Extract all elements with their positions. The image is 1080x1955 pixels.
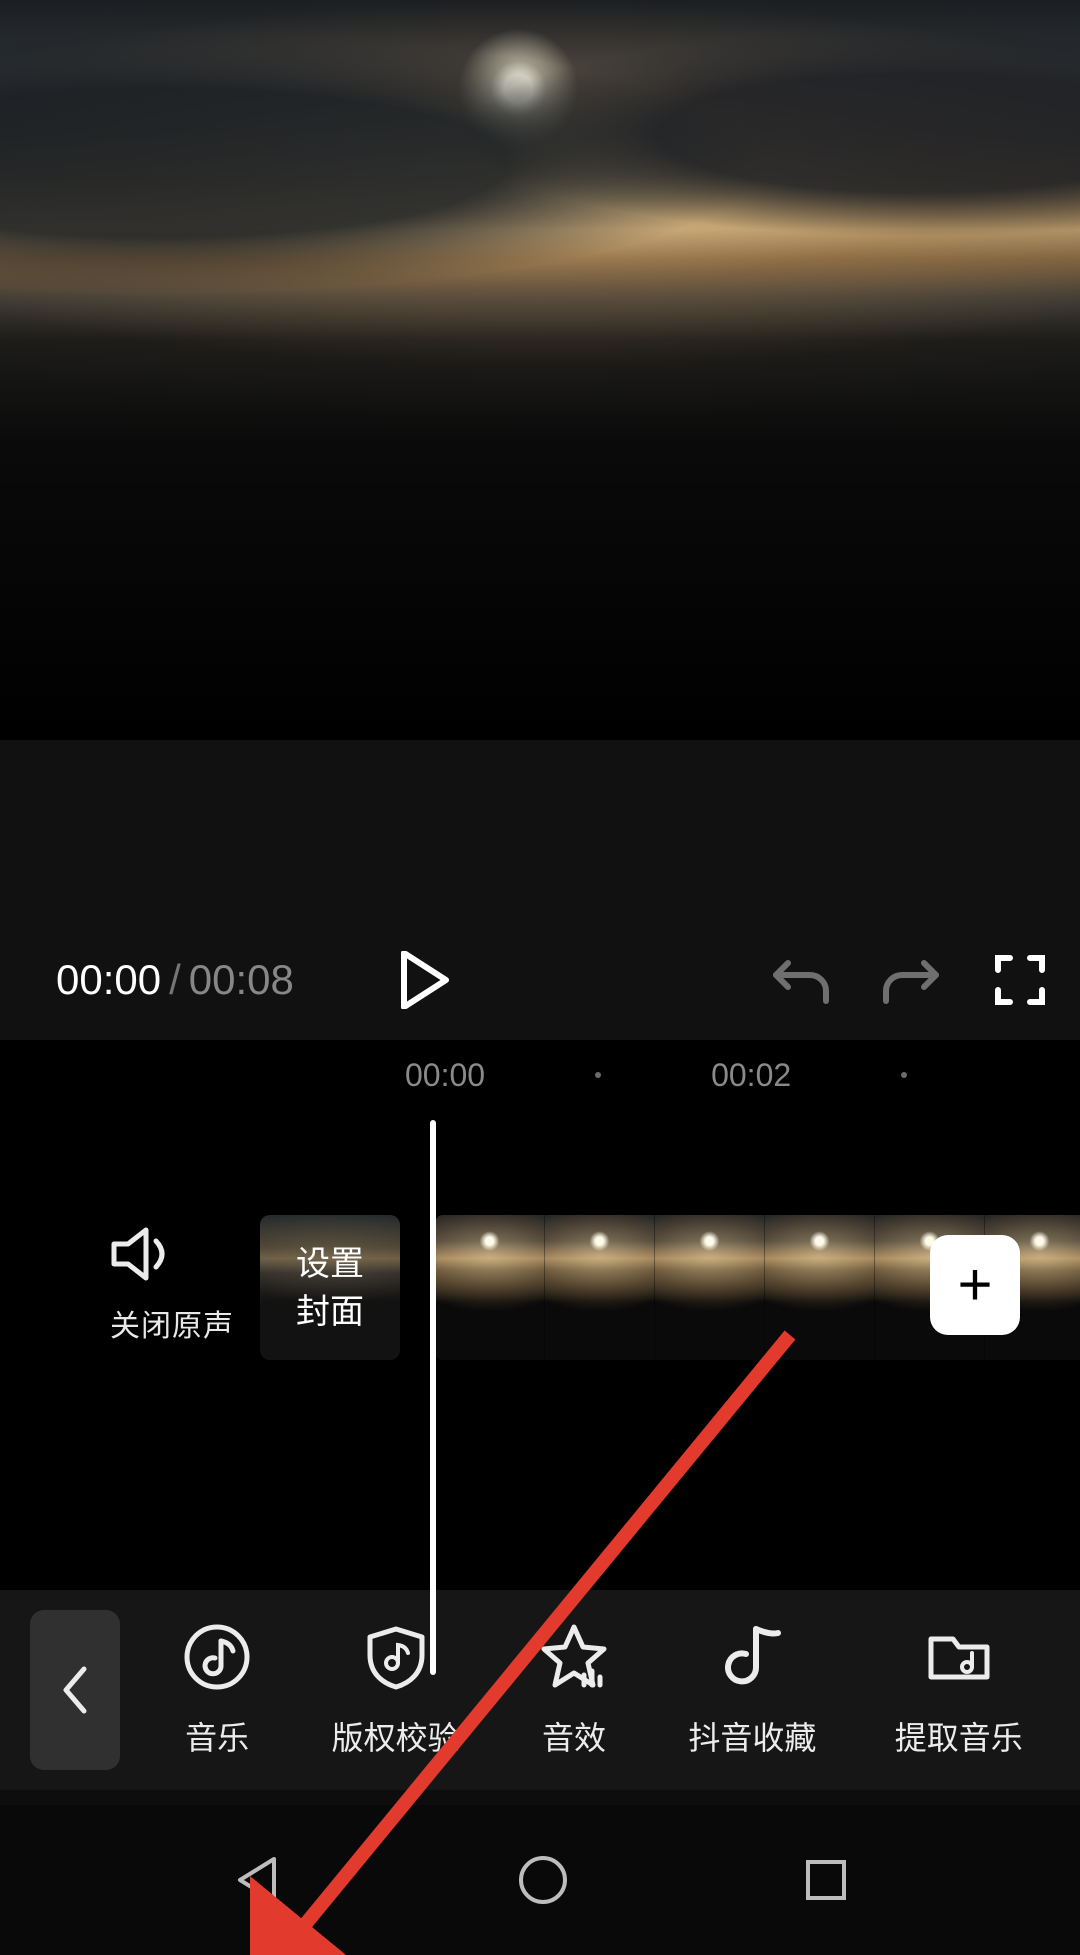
tool-douyin-favorites[interactable]: 抖音收藏 [688,1621,816,1759]
tool-label: 提取音乐 [895,1713,1023,1759]
tool-sfx[interactable]: 音效 [538,1621,610,1759]
tool-label: 版权校验 [332,1713,460,1759]
track-block: 关闭原声 设置 封面 + [0,1200,1080,1400]
ruler-mark: 00:02 [711,1057,791,1094]
tool-music[interactable]: 音乐 [181,1621,253,1759]
music-icon [181,1621,253,1693]
video-preview[interactable] [0,0,1080,740]
plus-icon: + [957,1255,992,1315]
timeline-ruler: 00:00 00:02 [0,1040,1080,1110]
system-back-button[interactable] [228,1851,286,1909]
system-nav-bar [0,1805,1080,1955]
tool-extract-music[interactable]: 提取音乐 [895,1621,1023,1759]
tool-label: 音效 [542,1713,606,1759]
system-recent-button[interactable] [800,1854,852,1906]
douyin-note-icon [716,1621,788,1693]
bottom-toolbar: 音乐 版权校验 音效 抖音收藏 [0,1590,1080,1790]
time-current: 00:00 [56,956,161,1004]
play-button[interactable] [390,945,460,1015]
star-eq-icon [538,1621,610,1693]
fullscreen-button[interactable] [994,954,1046,1006]
mute-audio-button[interactable]: 关闭原声 [110,1225,234,1345]
add-clip-button[interactable]: + [930,1235,1020,1335]
shield-music-icon [360,1621,432,1693]
ruler-dot [901,1072,907,1078]
tool-copyright[interactable]: 版权校验 [332,1621,460,1759]
set-cover-button[interactable]: 设置 封面 [260,1215,400,1360]
set-cover-label: 设置 封面 [296,1240,364,1336]
system-home-button[interactable] [514,1851,572,1909]
redo-button[interactable] [882,953,942,1007]
back-button[interactable] [30,1610,120,1770]
folder-music-icon [923,1621,995,1693]
time-separator: / [169,956,181,1004]
tool-label: 抖音收藏 [688,1713,816,1759]
playback-bar: 00:00 / 00:08 [0,740,1080,1040]
playhead[interactable] [430,1120,436,1675]
mute-audio-label: 关闭原声 [110,1301,234,1345]
time-total: 00:08 [189,956,294,1004]
ruler-dot [595,1072,601,1078]
ruler-mark: 00:00 [405,1057,485,1094]
preview-frame [0,0,1080,740]
undo-button[interactable] [770,953,830,1007]
tool-label: 音乐 [185,1713,249,1759]
